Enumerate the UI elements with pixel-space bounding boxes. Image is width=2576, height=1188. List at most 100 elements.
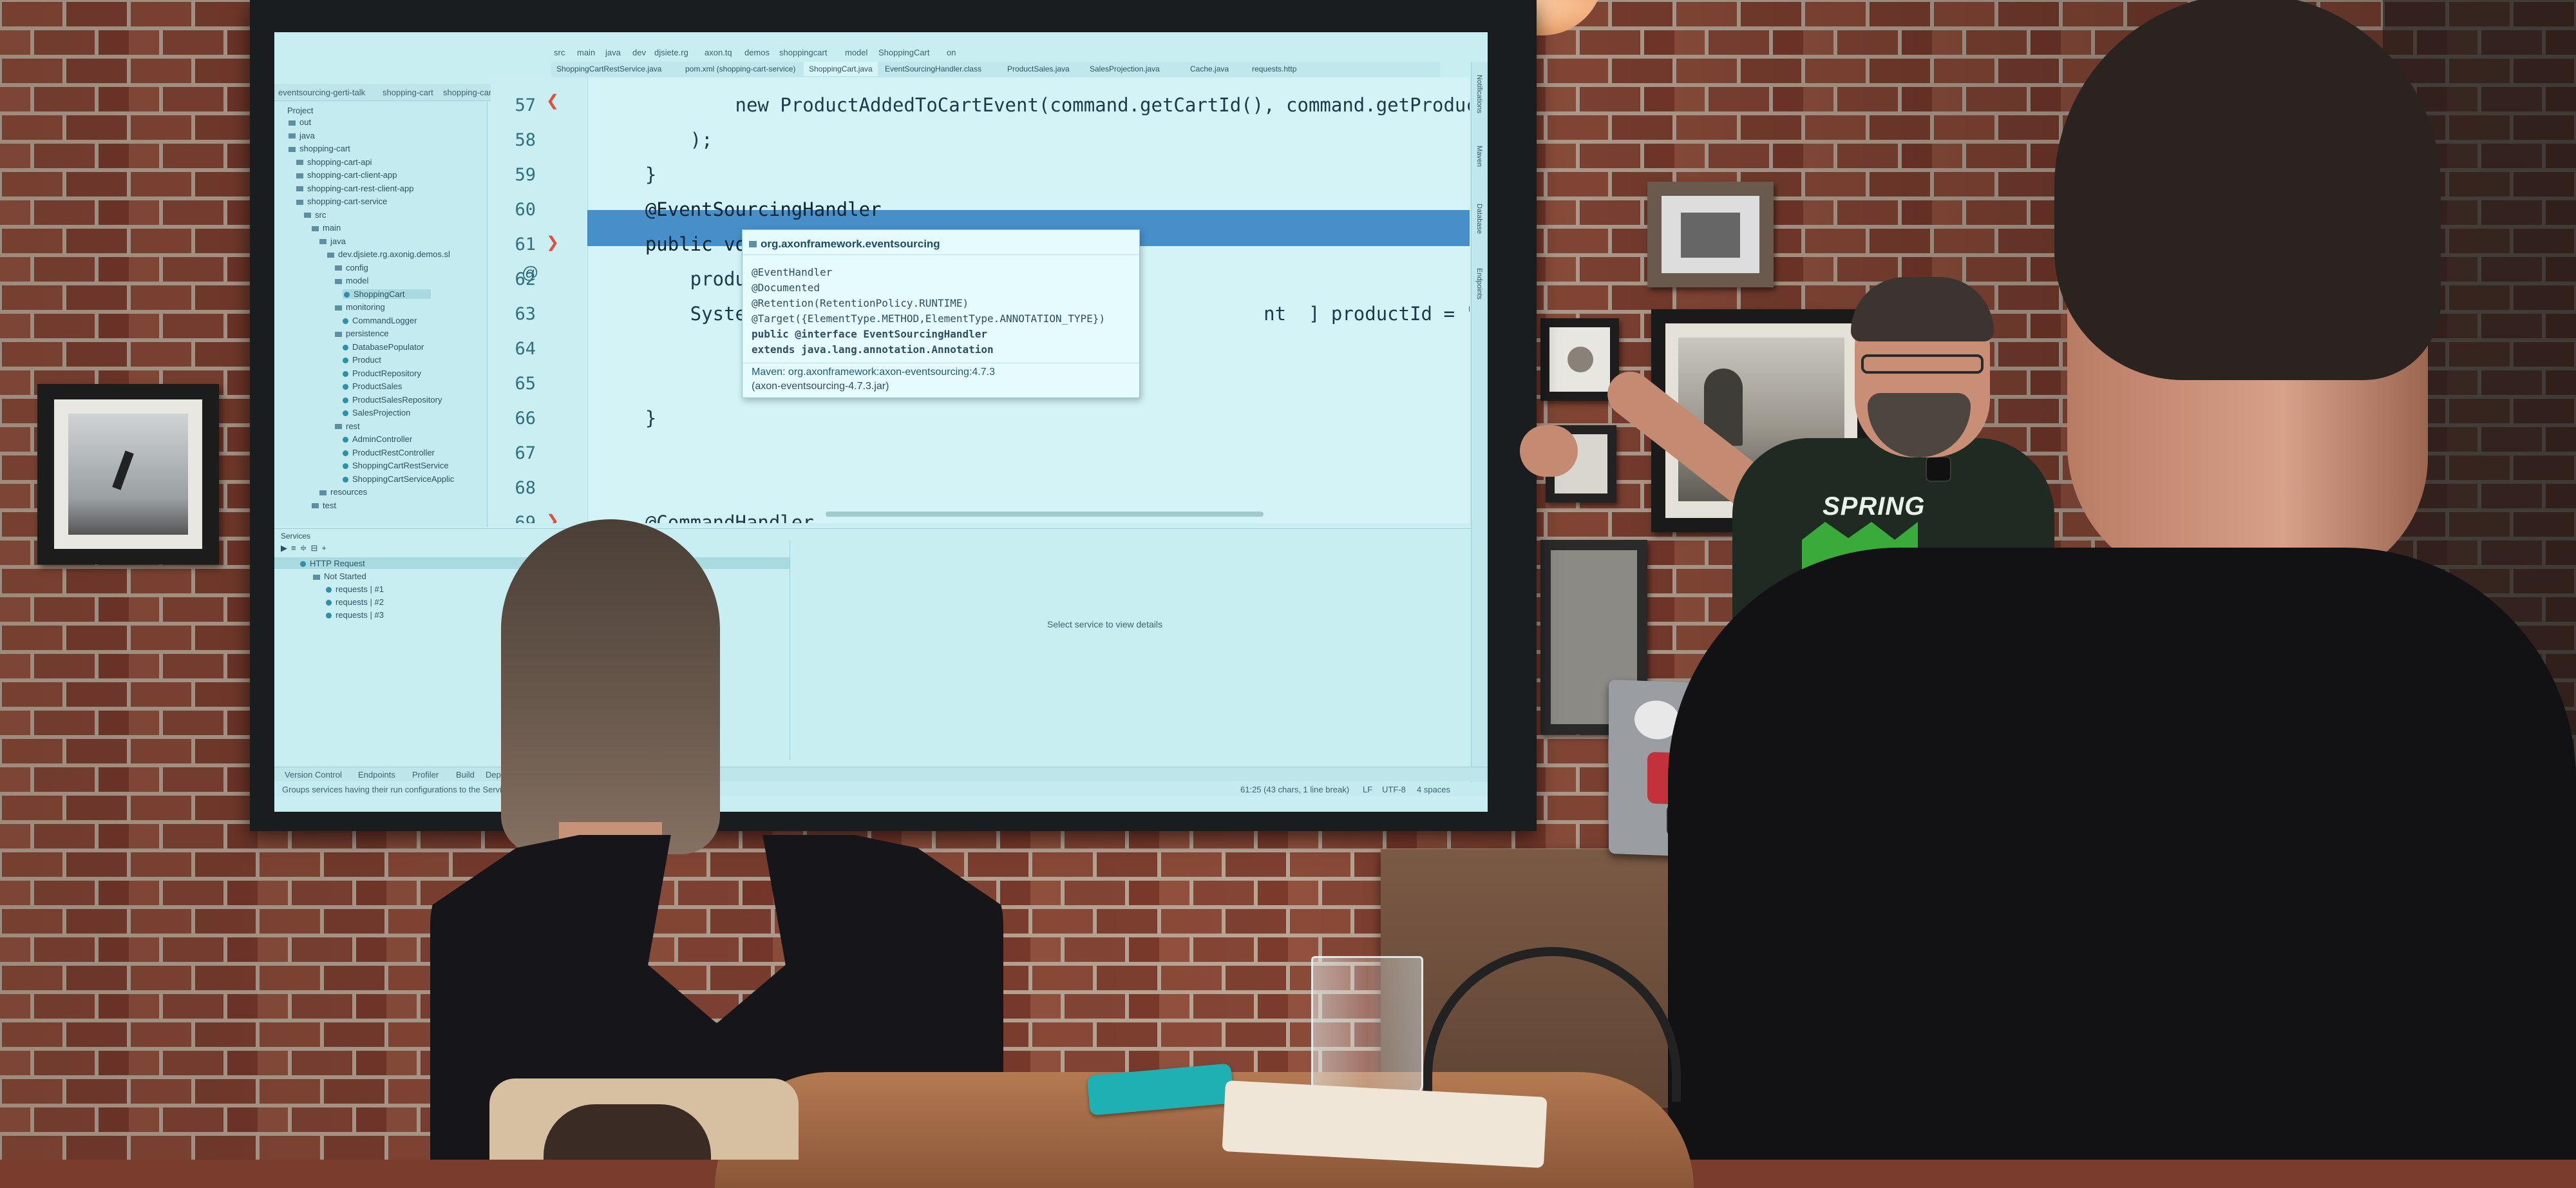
popup-line: public @interface EventSourcingHandler bbox=[752, 328, 988, 340]
tool-endpoints[interactable]: Endpoints bbox=[1475, 268, 1483, 300]
line-number: 59 bbox=[515, 165, 536, 185]
run-icon[interactable]: ▶ bbox=[281, 543, 291, 553]
tool-maven[interactable]: Maven bbox=[1475, 146, 1483, 167]
add-service-icon[interactable]: + bbox=[321, 543, 330, 553]
project-tree-label: persistence bbox=[346, 329, 389, 338]
documentation-popup: org.axonframework.eventsourcing @EventHa… bbox=[742, 229, 1140, 398]
class-icon bbox=[343, 344, 348, 350]
project-tree-item[interactable]: out bbox=[289, 117, 311, 127]
project-tree-item[interactable]: model bbox=[335, 276, 368, 285]
package-icon bbox=[749, 241, 757, 247]
project-tree-label: resources bbox=[330, 487, 368, 497]
code-line[interactable]: } bbox=[600, 164, 656, 186]
project-tree-label: ProductSales bbox=[352, 381, 402, 391]
project-tree-item[interactable]: SalesProjection bbox=[343, 408, 410, 417]
line-number: 67 bbox=[515, 443, 536, 463]
status-line-separator[interactable]: LF bbox=[1363, 785, 1372, 794]
tab-productsales[interactable]: ProductSales.java bbox=[1002, 62, 1075, 76]
project-panel-title: Project bbox=[287, 106, 314, 115]
project-tree-item[interactable]: ShoppingCartServiceApplic bbox=[343, 474, 454, 484]
project-tree-item[interactable]: config bbox=[335, 263, 368, 273]
man-shirt bbox=[1668, 548, 2576, 1160]
presenter-hand bbox=[1520, 425, 1578, 477]
project-tree-item[interactable]: AdminController bbox=[343, 434, 412, 444]
tab-eventsourcinghandler[interactable]: EventSourcingHandler.class bbox=[880, 62, 987, 76]
project-tree-item[interactable]: monitoring bbox=[335, 302, 385, 312]
project-tree-item[interactable]: ProductRestController bbox=[343, 448, 435, 457]
tool-version-control[interactable]: Version Control bbox=[285, 770, 342, 780]
project-tree-item[interactable]: ProductSalesRepository bbox=[343, 395, 442, 405]
project-tree-item[interactable]: shopping-cart-api bbox=[296, 157, 372, 167]
project-tree-item[interactable]: src bbox=[304, 210, 326, 220]
tab-requests-http[interactable]: requests.http bbox=[1247, 62, 1302, 76]
tool-notifications[interactable]: Notifications bbox=[1475, 75, 1483, 113]
project-tree-item[interactable]: java bbox=[319, 236, 346, 246]
tab-pom-xml[interactable]: pom.xml (shopping-cart-service) bbox=[680, 62, 800, 76]
project-tree-item[interactable]: ShoppingCartRestService bbox=[343, 461, 449, 470]
code-line[interactable]: } bbox=[600, 407, 656, 429]
tab-shoppingcartrestservice[interactable]: ShoppingCartRestService.java bbox=[551, 62, 667, 76]
project-tree-item[interactable]: Product bbox=[343, 355, 381, 365]
project-tree-item[interactable]: resources bbox=[319, 487, 367, 497]
services-request-item[interactable]: requests | #2 bbox=[326, 597, 384, 607]
services-group[interactable]: Not Started bbox=[313, 571, 366, 581]
project-tree-item[interactable]: shopping-cart-service bbox=[296, 196, 387, 206]
folder-icon bbox=[335, 278, 342, 284]
project-tree-label: src bbox=[315, 209, 327, 220]
project-tree-item[interactable]: ShoppingCart bbox=[343, 289, 431, 299]
project-tree-item[interactable]: main bbox=[312, 223, 341, 233]
project-tree-item[interactable]: shopping-cart-client-app bbox=[296, 170, 397, 180]
project-tree-item[interactable]: persistence bbox=[335, 329, 388, 338]
project-tree-item[interactable]: DatabasePopulator bbox=[343, 342, 424, 352]
gutter-marker-57[interactable]: ❮ bbox=[546, 91, 559, 110]
gutter-marker-60[interactable]: ❯ bbox=[546, 233, 559, 252]
status-encoding[interactable]: UTF-8 bbox=[1382, 785, 1406, 794]
breadcrumb-text: djsiete.rg bbox=[654, 48, 688, 57]
breadcrumb-text: ShoppingCart bbox=[878, 48, 930, 57]
tab-salesprojection[interactable]: SalesProjection.java bbox=[1084, 62, 1165, 76]
code-line[interactable]: @EventSourcingHandler bbox=[600, 198, 882, 220]
project-tree-item[interactable]: shopping-cart bbox=[289, 144, 350, 153]
water-glass bbox=[1311, 956, 1423, 1094]
status-indent[interactable]: 4 spaces bbox=[1417, 785, 1450, 794]
tab-cache[interactable]: Cache.java bbox=[1185, 62, 1234, 76]
project-tree-item[interactable]: shopping-cart-rest-client-app bbox=[296, 184, 413, 193]
request-icon bbox=[326, 587, 332, 593]
editor-horizontal-scrollbar[interactable] bbox=[826, 512, 1264, 517]
code-editor: 57 new ProductAddedToCartEvent(command.g… bbox=[491, 77, 1470, 523]
collapse-icon[interactable]: ≡ bbox=[291, 543, 300, 553]
project-tree-label: ShoppingCartServiceApplic bbox=[352, 474, 455, 484]
project-tree-label: ProductSalesRepository bbox=[352, 394, 442, 405]
breadcrumb-text: shopping-cart bbox=[383, 88, 433, 97]
services-root[interactable]: HTTP Request bbox=[300, 559, 365, 568]
project-tree-item[interactable]: rest bbox=[335, 421, 360, 431]
woman-hair bbox=[501, 519, 720, 854]
class-icon bbox=[343, 410, 348, 417]
project-tree-item[interactable]: dev.djsiete.rg.axonig.demos.sl bbox=[327, 249, 450, 259]
expand-icon[interactable]: ≑ bbox=[300, 543, 311, 553]
services-request-item[interactable]: requests | #3 bbox=[326, 610, 384, 620]
tab-shoppingcart[interactable]: ShoppingCart.java bbox=[804, 62, 878, 76]
project-tree-item[interactable]: java bbox=[289, 131, 315, 140]
project-tree-item[interactable]: CommandLogger bbox=[343, 316, 417, 325]
class-icon bbox=[343, 463, 348, 470]
folder-icon bbox=[312, 503, 319, 509]
status-position[interactable]: 61:25 (43 chars, 1 line break) bbox=[1240, 785, 1349, 794]
folder-icon bbox=[289, 133, 296, 139]
popup-maven[interactable]: Maven: org.axonframework:axon-eventsourc… bbox=[752, 367, 995, 378]
project-tree-label: AdminController bbox=[352, 434, 413, 444]
tool-endpoints-bottom[interactable]: Endpoints bbox=[358, 770, 395, 780]
code-line[interactable]: new ProductAddedToCartEvent(command.getC… bbox=[600, 94, 1470, 116]
project-tree-item[interactable]: ProductSales bbox=[343, 381, 402, 391]
popup-jar: (axon-eventsourcing-4.7.3.jar) bbox=[752, 381, 889, 392]
services-request-item[interactable]: requests | #1 bbox=[326, 584, 384, 594]
photo-scene: eventsourcing-gerti-talk shopping-cart s… bbox=[0, 0, 2576, 1188]
class-icon bbox=[343, 384, 348, 390]
class-icon bbox=[343, 318, 348, 324]
filter-icon[interactable]: ⊟ bbox=[311, 543, 322, 553]
code-line[interactable]: ); bbox=[600, 129, 713, 151]
gutter-marker-61[interactable]: @ bbox=[522, 263, 538, 283]
tool-database[interactable]: Database bbox=[1475, 204, 1483, 234]
project-tree-item[interactable]: ProductRepository bbox=[343, 369, 421, 378]
project-tree-item[interactable]: test bbox=[312, 501, 336, 510]
